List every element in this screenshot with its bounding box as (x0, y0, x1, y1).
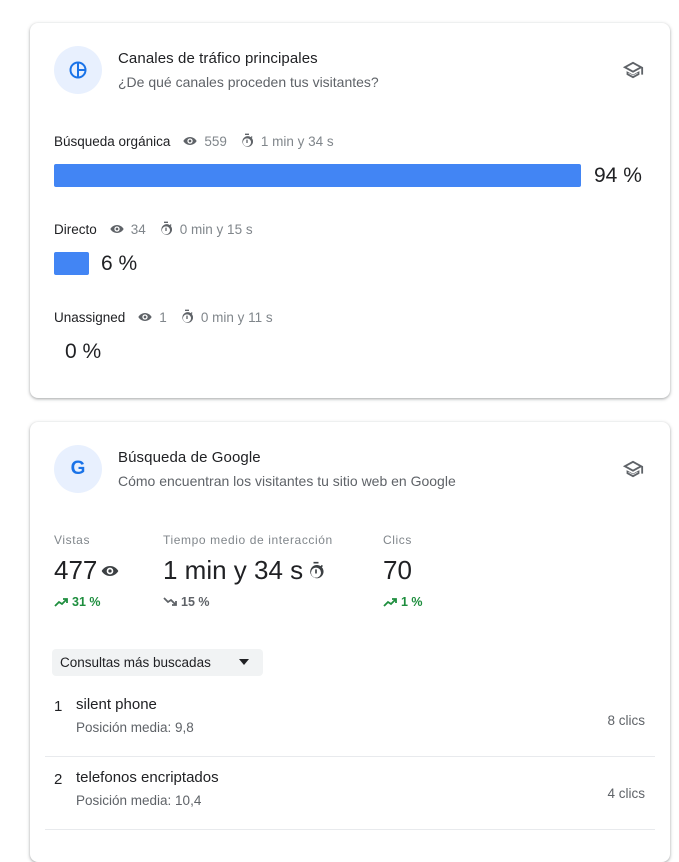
school-icon[interactable] (622, 458, 644, 480)
query-row[interactable]: 2 telefonos encriptados Posición media: … (45, 757, 655, 830)
eye-icon (110, 225, 124, 233)
pie-chart-icon (54, 46, 102, 94)
stat-label-views: Vistas (54, 533, 91, 547)
query-position: Posición media: 9,8 (76, 720, 194, 735)
query-rank: 1 (54, 698, 63, 715)
channel-time: 1 min y 34 s (239, 133, 334, 149)
channel-row: Directo 34 0 min y 15 s (54, 221, 265, 237)
stat-value-clicks: 70 (383, 555, 412, 585)
channel-row: Búsqueda orgánica 559 1 min y 34 s (54, 133, 346, 149)
query-position: Posición media: 10,4 (76, 793, 202, 808)
channel-views: 1 (137, 309, 167, 325)
query-clicks: 4 clics (607, 786, 645, 801)
google-search-card: G Búsqueda de Google Cómo encuentran los… (30, 422, 670, 862)
school-icon[interactable] (622, 59, 644, 81)
trending-up-icon (383, 598, 397, 607)
channel-name: Unassigned (54, 309, 126, 325)
channel-time: 0 min y 11 s (179, 309, 273, 325)
card-subtitle: Cómo encuentran los visitantes tu sitio … (118, 473, 456, 489)
channel-percent: 94 % (594, 164, 642, 187)
timer-icon (310, 561, 324, 578)
stat-label-clicks: Clics (383, 533, 412, 547)
trend-down: 15 % (163, 595, 210, 609)
query-row[interactable]: 1 silent phone Posición media: 9,8 8 cli… (45, 684, 655, 757)
trend-up: 1 % (383, 595, 423, 609)
timer-icon (161, 221, 172, 235)
eye-icon (138, 313, 152, 321)
stat-value-views: 477 (54, 555, 120, 586)
channel-name: Búsqueda orgánica (54, 133, 171, 149)
stat-label-engagement: Tiempo medio de interacción (163, 533, 333, 547)
channel-name: Directo (54, 221, 97, 237)
timer-icon (242, 133, 253, 147)
query-clicks: 8 clics (607, 713, 645, 728)
trend-up: 31 % (54, 595, 101, 609)
channel-share-bar (54, 164, 581, 187)
card-subtitle: ¿De qué canales proceden tus visitantes? (118, 74, 379, 90)
channel-share-bar (54, 252, 89, 275)
channel-time: 0 min y 15 s (158, 221, 253, 237)
channel-row: Unassigned 1 0 min y 11 s (54, 309, 285, 325)
eye-icon (102, 565, 119, 576)
google-icon: G (54, 445, 102, 493)
channel-percent: 6 % (101, 252, 138, 275)
card-title: Búsqueda de Google (118, 449, 261, 466)
stat-value-engagement: 1 min y 34 s (163, 555, 326, 586)
query-text: silent phone (76, 696, 157, 713)
channel-percent: 0 % (65, 340, 102, 363)
query-text: telefonos encriptados (76, 769, 219, 786)
arrow-drop-down-icon (239, 659, 249, 665)
trending-up-icon (54, 598, 68, 607)
channel-views: 34 (109, 221, 146, 237)
top-queries-dropdown[interactable]: Consultas más buscadas (52, 649, 263, 676)
timer-icon (182, 309, 193, 323)
trending-down-icon (163, 597, 177, 606)
card-title: Canales de tráfico principales (118, 50, 318, 67)
traffic-channels-card: Canales de tráfico principales ¿De qué c… (30, 23, 670, 398)
channel-views: 559 (182, 133, 227, 149)
query-rank: 2 (54, 771, 63, 788)
eye-icon (183, 137, 198, 145)
